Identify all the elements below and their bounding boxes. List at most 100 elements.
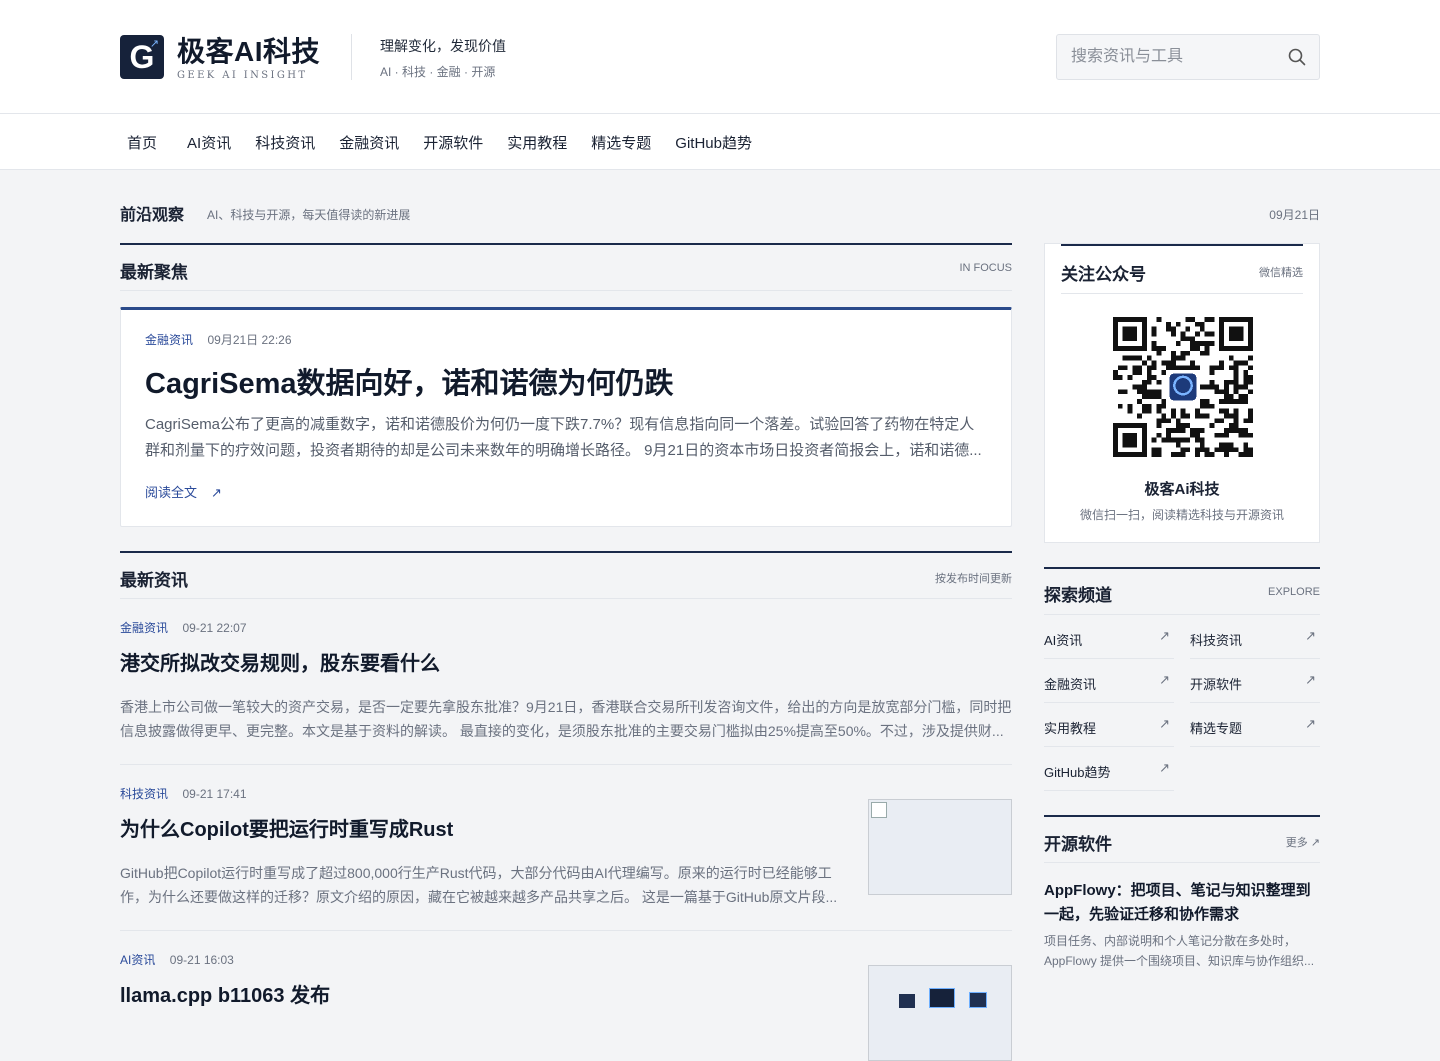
logo-icon[interactable]: G ↗ <box>120 35 164 79</box>
explore-channel-item[interactable]: AI资讯 ↗ <box>1044 615 1174 659</box>
focus-meta: 金融资讯 09月21日 22:26 <box>145 331 292 349</box>
news-item[interactable]: 金融资讯 09-21 22:07 港交所拟改交易规则，股东要看什么 香港上市公司… <box>120 599 1012 765</box>
explore-channel-item[interactable]: GitHub趋势 ↗ <box>1044 747 1174 791</box>
explore-channel-label: 精选专题 <box>1190 721 1243 736</box>
arrow-up-right-icon: ↗ <box>211 485 222 500</box>
explore-channel-item[interactable]: 金融资讯 ↗ <box>1044 659 1174 703</box>
explore-title: 探索频道 <box>1044 586 1112 605</box>
nav-item[interactable]: GitHub趋势 <box>675 132 752 153</box>
news-excerpt: GitHub把Copilot运行时重写成了超过800,000行生产Rust代码，… <box>120 865 838 905</box>
open-source-section: 开源软件 更多 ↗ AppFlowy：把项目、笔记与知识整理到一起，先验证迁移和… <box>1044 815 1320 971</box>
publish-time: 09-21 22:07 <box>182 621 247 635</box>
category-tag[interactable]: 金融资讯 <box>145 333 193 347</box>
wechat-title: 关注公众号 <box>1061 265 1146 284</box>
explore-channel-label: 实用教程 <box>1044 721 1097 736</box>
arrow-up-right-icon: ↗ <box>1159 628 1170 643</box>
search-icon[interactable] <box>1287 47 1307 67</box>
news-headline[interactable]: 为什么Copilot要把运行时重写成Rust <box>120 813 453 842</box>
main-column: 最新聚焦 IN FOCUS 金融资讯 09月21日 22:26 CagriSem… <box>120 243 1012 1061</box>
focus-headline[interactable]: CagriSema数据向好，诺和诺德为何仍跌 <box>145 360 674 402</box>
slogan-sub: AI · 科技 · 金融 · 开源 <box>380 65 496 79</box>
arrow-up-right-icon: ↗ <box>1159 760 1170 775</box>
publish-time: 09-21 17:41 <box>182 787 247 801</box>
brand-subtitle: GEEK AI INSIGHT <box>177 70 308 81</box>
arrow-up-right-icon: ↗ <box>1305 628 1316 643</box>
site-header: G ↗ 极客AI科技 GEEK AI INSIGHT 理解变化，发现价值 AI … <box>0 0 1440 114</box>
arrow-up-right-icon: ↗ <box>1159 672 1170 687</box>
explore-channel-item[interactable]: 科技资讯 ↗ <box>1190 615 1320 659</box>
news-headline[interactable]: 港交所拟改交易规则，股东要看什么 <box>120 647 440 676</box>
wechat-header: 关注公众号 微信精选 <box>1061 244 1303 294</box>
latest-right-label: 按发布时间更新 <box>935 573 1012 585</box>
nav-item[interactable]: 首页 <box>127 132 157 153</box>
slogan: 理解变化，发现价值 <box>380 38 506 54</box>
publish-time: 09-21 16:03 <box>169 953 234 967</box>
nav-item[interactable]: 实用教程 <box>507 132 567 153</box>
arrow-up-right-icon: ↗ <box>1305 672 1316 687</box>
news-item[interactable]: 科技资讯 09-21 17:41 为什么Copilot要把运行时重写成Rust … <box>120 765 1012 931</box>
brand-title[interactable]: 极客AI科技 <box>177 30 320 70</box>
arrow-up-right-icon: ↗ <box>1159 716 1170 731</box>
frontier-header: 前沿观察 AI、科技与开源，每天值得读的新进展 09月21日 <box>120 201 1320 225</box>
nav-item[interactable]: 金融资讯 <box>339 132 399 153</box>
main-nav: 首页 AI资讯 科技资讯 金融资讯 开源软件 实用教程 精选专题 GitHub趋势 <box>0 114 1440 170</box>
news-meta: AI资讯 09-21 16:03 <box>120 951 234 969</box>
frontier-date: 09月21日 <box>1269 208 1320 222</box>
oss-header: 开源软件 更多 ↗ <box>1044 815 1320 863</box>
arrow-up-right-icon: ↗ <box>1305 716 1316 731</box>
publish-time: 09月21日 22:26 <box>207 333 292 347</box>
qr-code-icon <box>1113 317 1253 457</box>
explore-channel-label: AI资讯 <box>1044 633 1083 648</box>
search-input[interactable] <box>1071 35 1271 79</box>
explore-channel-label: 金融资讯 <box>1044 677 1097 692</box>
sidebar: 关注公众号 微信精选 极客Ai科技 微信扫一扫，阅读精选科技与开源资讯 探索频道… <box>1044 243 1320 971</box>
focus-title: 最新聚焦 <box>120 263 188 282</box>
category-tag[interactable]: 金融资讯 <box>120 621 168 635</box>
nav-item[interactable]: 开源软件 <box>423 132 483 153</box>
wechat-card: 关注公众号 微信精选 极客Ai科技 微信扫一扫，阅读精选科技与开源资讯 <box>1044 243 1320 543</box>
latest-title: 最新资讯 <box>120 571 188 590</box>
broken-image-icon <box>871 802 887 818</box>
frontier-desc: AI、科技与开源，每天值得读的新进展 <box>207 208 411 222</box>
nav-item[interactable]: AI资讯 <box>187 132 231 153</box>
thumbnail-shape <box>969 992 987 1008</box>
nav-item[interactable]: 科技资讯 <box>255 132 315 153</box>
category-tag[interactable]: 科技资讯 <box>120 787 168 801</box>
wechat-desc: 微信扫一扫，阅读精选科技与开源资讯 <box>1079 508 1284 522</box>
read-more-label: 阅读全文 <box>145 485 198 500</box>
latest-header: 最新资讯 按发布时间更新 <box>120 551 1012 599</box>
explore-channel-label: 科技资讯 <box>1190 633 1243 648</box>
frontier-title: 前沿观察 <box>120 207 185 224</box>
news-headline[interactable]: llama.cpp b11063 发布 <box>120 979 330 1008</box>
oss-title: 开源软件 <box>1044 835 1112 854</box>
oss-excerpt: 项目任务、内部说明和个人笔记分散在多处时，AppFlowy 提供一个围绕项目、知… <box>1044 934 1315 968</box>
wechat-name: 极客Ai科技 <box>1144 481 1220 498</box>
thumbnail-shape <box>899 994 915 1008</box>
explore-channel-item[interactable]: 实用教程 ↗ <box>1044 703 1174 747</box>
search-box <box>1056 34 1320 80</box>
read-more-link[interactable]: 阅读全文 ↗ <box>145 482 222 501</box>
focus-right-label: IN FOCUS <box>959 262 1012 274</box>
explore-channels: 探索频道 EXPLORE AI资讯 ↗ 科技资讯 ↗ 金融资讯 ↗ 开源软件 ↗ 实用教程 ↗ 精选… <box>1044 567 1320 791</box>
explore-channel-label: 开源软件 <box>1190 677 1243 692</box>
oss-headline[interactable]: AppFlowy：把项目、笔记与知识整理到一起，先验证迁移和协作需求 <box>1044 879 1320 927</box>
thumbnail-shape <box>929 988 955 1008</box>
explore-channel-label: GitHub趋势 <box>1044 765 1111 780</box>
news-meta: 科技资讯 09-21 17:41 <box>120 785 247 803</box>
news-thumbnail[interactable] <box>868 965 1012 1061</box>
focus-header: 最新聚焦 IN FOCUS <box>120 243 1012 291</box>
nav-item[interactable]: 精选专题 <box>591 132 651 153</box>
news-excerpt: 香港上市公司做一笔较大的资产交易，是否一定要先拿股东批准？9月21日，香港联合交… <box>120 699 1012 739</box>
logo-arrow-icon: ↗ <box>149 38 159 50</box>
header-divider <box>351 34 352 80</box>
category-tag[interactable]: AI资讯 <box>120 953 155 967</box>
oss-more-link[interactable]: 更多 ↗ <box>1286 834 1320 850</box>
news-meta: 金融资讯 09-21 22:07 <box>120 619 247 637</box>
news-item[interactable]: AI资讯 09-21 16:03 llama.cpp b11063 发布 <box>120 931 1012 1061</box>
focus-card[interactable]: 金融资讯 09月21日 22:26 CagriSema数据向好，诺和诺德为何仍跌… <box>120 307 1012 527</box>
news-thumbnail[interactable] <box>868 799 1012 895</box>
explore-right-label: EXPLORE <box>1268 586 1320 598</box>
explore-channel-item[interactable]: 精选专题 ↗ <box>1190 703 1320 747</box>
explore-header: 探索频道 EXPLORE <box>1044 567 1320 615</box>
explore-channel-item[interactable]: 开源软件 ↗ <box>1190 659 1320 703</box>
